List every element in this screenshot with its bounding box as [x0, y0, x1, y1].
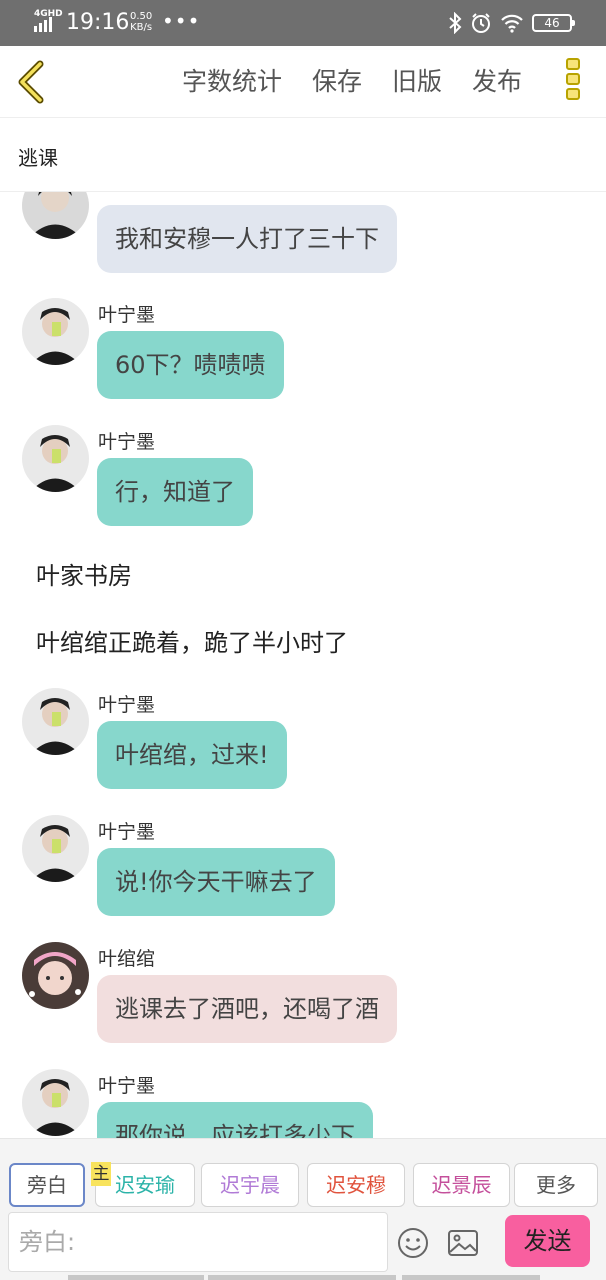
speaker-name: 叶宁墨 [98, 304, 156, 326]
speaker-name: 叶宁墨 [98, 821, 156, 843]
publish-button[interactable]: 发布 [472, 65, 522, 99]
word-count-button[interactable]: 字数统计 [182, 65, 282, 99]
insert-image-button[interactable] [446, 1226, 480, 1260]
role-label: 迟景辰 [431, 1173, 492, 1197]
message-bubble[interactable]: 叶绾绾，过来! [97, 721, 287, 789]
message-input[interactable] [9, 1213, 387, 1271]
network-speed-value: 0.50 [130, 11, 153, 22]
avatar[interactable] [22, 942, 89, 1009]
smiley-icon [398, 1228, 428, 1258]
gesture-bar [208, 1275, 396, 1280]
chevron-left-icon [18, 60, 44, 104]
speaker-name: 叶宁墨 [98, 694, 156, 716]
story-title: 逃课 [18, 146, 58, 170]
more-menu-button[interactable] [566, 58, 582, 106]
battery-icon: 46 [532, 14, 575, 32]
bluetooth-icon [449, 12, 462, 34]
message-bubble[interactable]: 我和安穆一人打了三十下 [97, 205, 397, 273]
alarm-icon [472, 13, 490, 33]
gesture-bar [402, 1275, 540, 1280]
role-label: 迟安穆 [326, 1173, 386, 1197]
role-label: 迟宇晨 [220, 1173, 280, 1197]
cell-signal-icon: 4GHD [34, 10, 63, 34]
editor-toolbar: 字数统计 保存 旧版 发布 [0, 46, 606, 118]
message-bubble[interactable]: 行，知道了 [97, 458, 253, 526]
back-button[interactable] [12, 58, 52, 106]
role-button-chi-jingchen[interactable]: 迟景辰 [413, 1163, 510, 1207]
message-bubble[interactable]: 60下？啧啧啧 [97, 331, 284, 399]
avatar[interactable] [22, 815, 89, 882]
speaker-name: 叶宁墨 [98, 1075, 156, 1097]
narration-text[interactable]: 叶绾绾正跪着，跪了半小时了 [36, 623, 348, 658]
old-version-button[interactable]: 旧版 [392, 65, 442, 99]
speaker-name: 叶宁墨 [98, 431, 156, 453]
story-title-row: 逃课 [0, 118, 606, 192]
role-button-narrator[interactable]: 旁白 [9, 1163, 85, 1207]
chat-area[interactable]: 我和安穆一人打了三十下 叶宁墨 60下？啧啧啧 叶宁墨 行，知道了 叶家书房 叶… [0, 192, 606, 1138]
gesture-bar [68, 1275, 204, 1280]
network-speed-unit: KB/s [130, 22, 153, 33]
avatar[interactable] [22, 425, 89, 492]
avatar[interactable] [22, 1069, 89, 1136]
message-bubble[interactable]: 说!你今天干嘛去了 [97, 848, 335, 916]
send-button[interactable]: 发送 [505, 1215, 590, 1267]
network-speed: 0.50 KB/s [130, 11, 152, 33]
narration-text[interactable]: 叶家书房 [36, 556, 132, 591]
role-label: 更多 [536, 1173, 576, 1197]
message-bubble[interactable]: 那你说，应该打多少下 [97, 1102, 373, 1138]
message-bubble[interactable]: 逃课去了酒吧，还喝了酒 [97, 975, 397, 1043]
message-input-box[interactable] [8, 1212, 388, 1272]
avatar[interactable] [22, 298, 89, 365]
main-character-badge: 主 [91, 1162, 111, 1186]
status-bar: 4GHD 19:16 0.50 KB/s ••• 46 [0, 0, 606, 46]
avatar[interactable] [22, 688, 89, 755]
role-label: 迟安瑜 [115, 1173, 175, 1197]
wifi-icon [501, 14, 523, 33]
more-notifications-icon: ••• [162, 9, 201, 33]
role-more-button[interactable]: 更多 [514, 1163, 598, 1207]
emoji-button[interactable] [396, 1226, 430, 1260]
image-icon [448, 1230, 478, 1256]
role-label: 旁白 [27, 1173, 67, 1197]
avatar[interactable] [22, 192, 89, 239]
three-boxes-menu-icon [566, 58, 580, 70]
role-button-chi-yuchen[interactable]: 迟宇晨 [201, 1163, 299, 1207]
role-button-chi-anmu[interactable]: 迟安穆 [307, 1163, 405, 1207]
save-button[interactable]: 保存 [312, 65, 362, 99]
speaker-name: 叶绾绾 [98, 948, 156, 970]
clock: 19:16 [66, 10, 130, 35]
